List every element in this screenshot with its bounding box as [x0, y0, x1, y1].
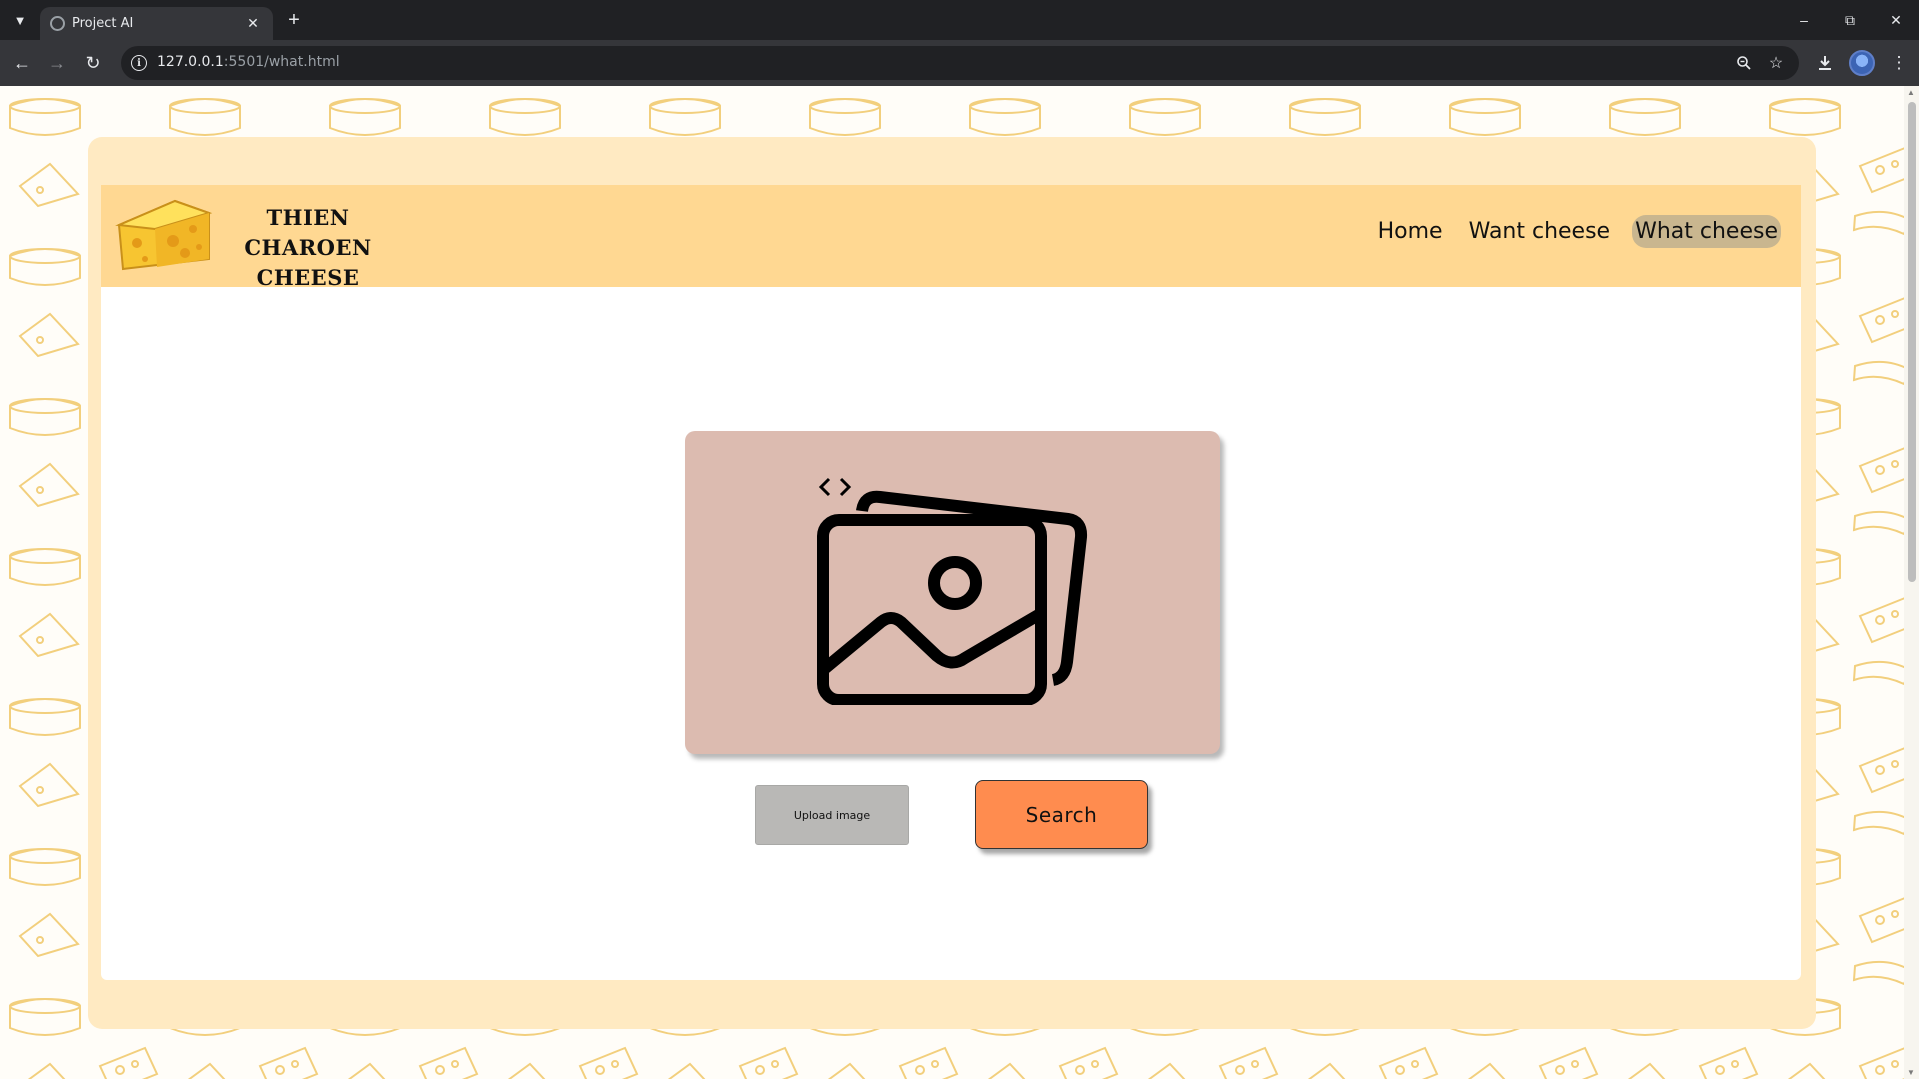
upload-image-button[interactable]: Upload image: [755, 785, 909, 845]
nav-want-cheese[interactable]: Want cheese: [1465, 215, 1615, 248]
page-scrollbar[interactable]: ▲ ▼: [1904, 86, 1919, 1079]
tab-title: Project AI: [72, 16, 134, 31]
close-window-icon[interactable]: ✕: [1882, 8, 1910, 32]
chevron-down-icon[interactable]: ▼: [8, 8, 32, 32]
avatar[interactable]: [1849, 50, 1875, 76]
brand-name: THIEN CHAROEN CHEESE: [209, 203, 407, 293]
download-icon[interactable]: [1812, 50, 1838, 76]
reload-icon[interactable]: ↻: [80, 50, 106, 76]
address-bar[interactable]: i 127.0.0.1:5501/what.html ☆: [121, 46, 1799, 80]
nav-home[interactable]: Home: [1374, 215, 1447, 248]
minimize-icon[interactable]: –: [1790, 8, 1818, 32]
scrollbar-thumb[interactable]: [1908, 102, 1916, 582]
info-icon[interactable]: i: [131, 55, 147, 71]
kebab-menu-icon[interactable]: ⋮: [1886, 50, 1912, 76]
scroll-up-icon[interactable]: ▲: [1907, 88, 1916, 97]
globe-icon: [50, 16, 65, 31]
back-arrow-icon[interactable]: ←: [9, 50, 35, 76]
image-gallery-icon: [817, 490, 1088, 705]
main-nav: Home Want cheese What cheese: [1374, 215, 1781, 248]
scroll-down-icon[interactable]: ▼: [1907, 1068, 1916, 1077]
browser-tab-strip: ▼ Project AI ✕ + – ⧉ ✕: [0, 0, 1919, 40]
url-host: 127.0.0.1: [157, 54, 224, 70]
new-tab-plus-icon[interactable]: +: [282, 8, 306, 32]
image-preview-box[interactable]: [685, 431, 1220, 754]
nav-what-cheese[interactable]: What cheese: [1632, 215, 1781, 248]
cheese-logo[interactable]: [115, 195, 215, 271]
zoom-icon[interactable]: [1733, 53, 1755, 73]
brand-line-1: THIEN CHAROEN: [244, 205, 372, 260]
restore-icon[interactable]: ⧉: [1836, 8, 1864, 32]
tab-close-icon[interactable]: ✕: [243, 13, 263, 33]
browser-toolbar: ← → ↻ i 127.0.0.1:5501/what.html ☆ ⋮: [0, 40, 1919, 86]
site-header: THIEN CHAROEN CHEESE Home Want cheese Wh…: [101, 185, 1801, 290]
star-icon[interactable]: ☆: [1765, 53, 1787, 73]
url-path: :5501/what.html: [223, 54, 340, 70]
carousel-arrows-icon[interactable]: [815, 475, 855, 499]
forward-arrow-icon[interactable]: →: [44, 50, 70, 76]
page-viewport: ▲ ▼ THIEN CHAROEN CHEESE Home Want chees…: [0, 86, 1919, 1079]
browser-tab[interactable]: Project AI ✕: [40, 7, 273, 40]
search-button[interactable]: Search: [975, 780, 1148, 849]
url-text[interactable]: 127.0.0.1:5501/what.html: [157, 54, 340, 70]
